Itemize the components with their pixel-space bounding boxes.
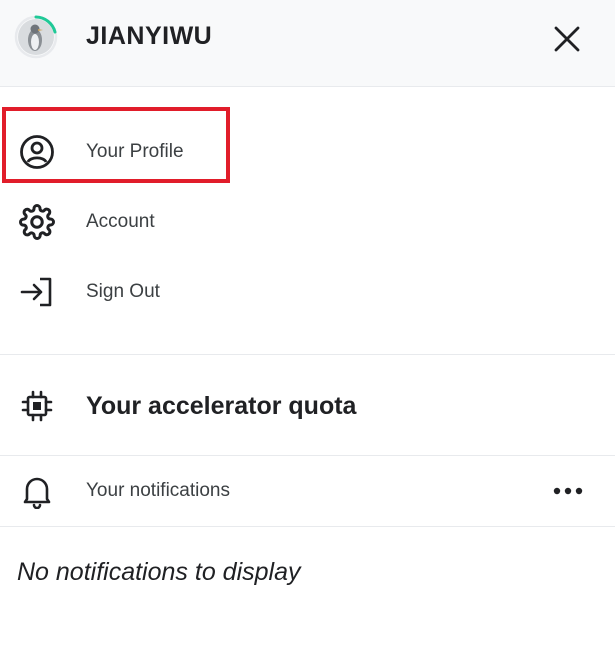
menu-item-label: Your Profile: [86, 141, 184, 162]
user-menu-header: JIANYIWU: [0, 0, 615, 87]
divider: [0, 455, 615, 456]
notifications-more-button[interactable]: [546, 478, 590, 504]
sign-out-icon: [17, 275, 57, 309]
divider: [0, 526, 615, 527]
divider: [0, 354, 615, 355]
notifications-header: Your notifications: [0, 462, 615, 520]
more-horizontal-icon: [553, 487, 583, 495]
penguin-avatar-icon: [14, 15, 58, 59]
chip-icon: [17, 388, 57, 424]
close-icon: [554, 26, 580, 52]
menu-item-your-profile[interactable]: Your Profile: [0, 124, 615, 180]
quota-title: Your accelerator quota: [86, 392, 357, 420]
empty-notifications-message: No notifications to display: [17, 558, 301, 586]
notifications-label: Your notifications: [86, 480, 231, 501]
avatar[interactable]: [14, 15, 58, 59]
bell-icon: [17, 473, 57, 509]
accelerator-quota-section[interactable]: Your accelerator quota: [0, 376, 615, 436]
gear-icon: [17, 204, 57, 240]
menu-item-label: Account: [86, 211, 155, 232]
menu-item-label: Sign Out: [86, 281, 160, 302]
close-button[interactable]: [548, 22, 586, 56]
menu-item-sign-out[interactable]: Sign Out: [0, 264, 615, 320]
username: JIANYIWU: [86, 22, 213, 50]
menu-item-account[interactable]: Account: [0, 194, 615, 250]
profile-circle-icon: [17, 135, 57, 169]
